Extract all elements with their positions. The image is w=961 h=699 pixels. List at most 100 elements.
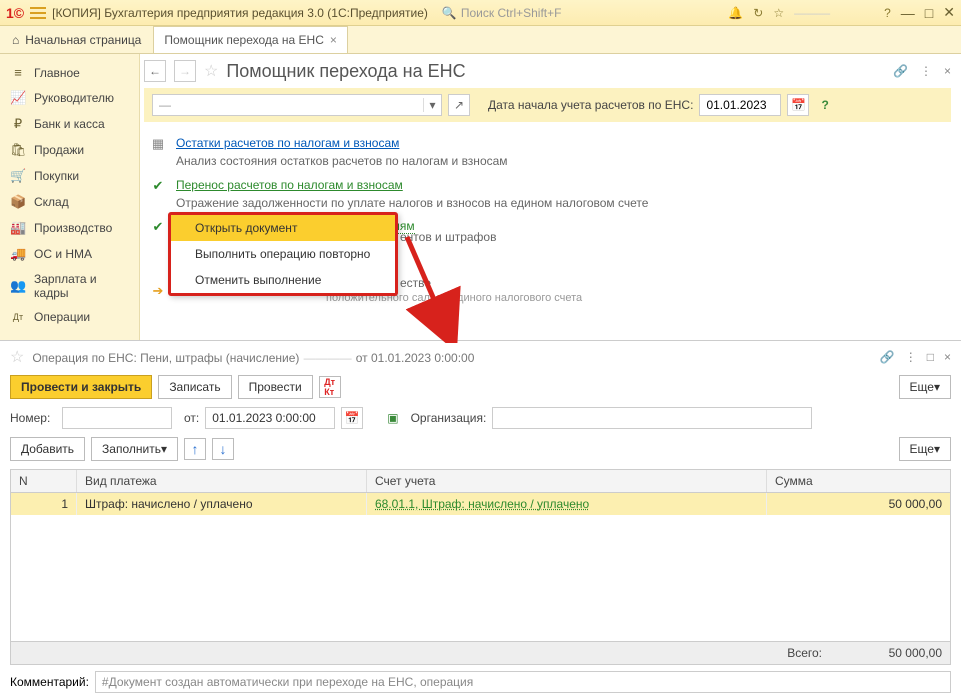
write-button[interactable]: Записать [158, 375, 231, 399]
sidebar-item-os-nma[interactable]: 🚚ОС и НМА [0, 241, 139, 267]
close-icon[interactable]: ✕ [943, 4, 955, 21]
step2-desc: Отражение задолженности по уплате налого… [150, 196, 945, 212]
from-label: от: [184, 411, 199, 425]
date-input[interactable]: 01.01.2023 0:00:00 [205, 407, 335, 429]
arrow-icon: ➔ [150, 283, 166, 299]
link-icon[interactable]: 🔗 [893, 64, 908, 78]
help-icon[interactable]: ? [884, 6, 891, 20]
sidebar-item-purchases[interactable]: 🛒Покупки [0, 163, 139, 189]
sidebar-item-sales[interactable]: 🛍Продажи [0, 137, 139, 163]
cell-type: Штраф: начислено / уплачено [77, 493, 367, 515]
number-label: Номер: [10, 411, 56, 425]
sidebar-item-label: Зарплата и кадры [34, 272, 129, 300]
history-icon[interactable]: ↻ [753, 6, 763, 20]
cell-n: 1 [11, 493, 77, 515]
comment-input[interactable]: #Документ создан автоматически при перех… [95, 671, 951, 693]
restore-icon[interactable]: □ [927, 350, 934, 364]
sidebar-item-salary[interactable]: 👥 Зарплата и кадры [0, 267, 139, 305]
maximize-icon[interactable]: □ [925, 5, 933, 21]
total-label: Всего: [787, 646, 822, 660]
app-title: [КОПИЯ] Бухгалтерия предприятия редакция… [52, 6, 428, 20]
chevron-down-icon: ▾ [934, 380, 940, 394]
close-panel-icon[interactable]: × [944, 64, 951, 78]
burger-icon[interactable] [30, 7, 46, 19]
sidebar-item-main[interactable]: ≡Главное [0, 60, 139, 85]
tab-active[interactable]: Помощник перехода на ЕНС × [154, 26, 348, 53]
sidebar-item-operations[interactable]: Дт Операции [0, 305, 139, 329]
minimize-icon[interactable]: — [901, 5, 915, 21]
calendar-button[interactable]: 📅 [787, 94, 809, 116]
add-button[interactable]: Добавить [10, 437, 85, 461]
sidebar: ≡Главное 📈Руководителю ₽Банк и касса 🛍Пр… [0, 54, 140, 340]
search-box[interactable]: 🔍 Поиск Ctrl+Shift+F [442, 6, 562, 20]
factory-icon: 🏭 [10, 220, 26, 236]
col-account[interactable]: Счет учета [367, 470, 767, 492]
chevron-down-icon[interactable]: ▾ [423, 98, 441, 112]
org-open-button[interactable]: ↗ [448, 94, 470, 116]
step2-link[interactable]: Перенос расчетов по налогам и взносам [176, 178, 403, 192]
org-select[interactable]: — ▾ [152, 94, 442, 116]
sidebar-item-label: Операции [34, 310, 90, 324]
ctx-cancel-operation[interactable]: Отменить выполнение [171, 267, 395, 293]
ctx-open-document[interactable]: Открыть документ [171, 215, 395, 241]
box-icon: 📦 [10, 194, 26, 210]
params-bar: — ▾ ↗ Дата начала учета расчетов по ЕНС:… [144, 88, 951, 122]
favorite-star-icon[interactable]: ☆ [10, 347, 24, 367]
tab-row: ⌂ Начальная страница Помощник перехода н… [0, 26, 961, 54]
number-input[interactable] [62, 407, 172, 429]
search-placeholder: Поиск Ctrl+Shift+F [461, 6, 562, 20]
move-down-button[interactable]: ↓ [212, 438, 234, 460]
org-input[interactable] [492, 407, 812, 429]
sidebar-item-production[interactable]: 🏭Производство [0, 215, 139, 241]
sidebar-item-bank[interactable]: ₽Банк и касса [0, 111, 139, 137]
annotation-arrow [403, 233, 463, 343]
sidebar-item-label: Продажи [34, 143, 84, 157]
truck-icon: 🚚 [10, 246, 26, 262]
run-close-button[interactable]: Провести и закрыть [10, 375, 152, 399]
home-icon: ⌂ [12, 33, 19, 47]
move-up-button[interactable]: ↑ [184, 438, 206, 460]
col-n[interactable]: N [11, 470, 77, 492]
sidebar-item-manager[interactable]: 📈Руководителю [0, 85, 139, 111]
total-row: Всего: 50 000,00 [11, 641, 950, 664]
step1-desc: Анализ состояния остатков расчетов по на… [150, 154, 945, 170]
tab-close-icon[interactable]: × [330, 33, 337, 47]
favorite-star-icon[interactable]: ☆ [204, 61, 218, 81]
search-icon: 🔍 [442, 6, 457, 20]
dtkt-button[interactable]: ДтКт [319, 376, 341, 398]
link-icon[interactable]: 🔗 [880, 350, 895, 364]
tab-home[interactable]: ⌂ Начальная страница [0, 26, 154, 53]
sidebar-item-warehouse[interactable]: 📦 Склад [0, 189, 139, 215]
fill-button[interactable]: Заполнить ▾ [91, 437, 178, 461]
ctx-redo-operation[interactable]: Выполнить операцию повторно [171, 241, 395, 267]
help-icon[interactable]: ? [821, 98, 828, 112]
nav-back-button[interactable]: ← [144, 60, 166, 82]
date-input[interactable]: 01.01.2023 [699, 94, 781, 116]
data-table: N Вид платежа Счет учета Сумма 1 Штраф: … [10, 469, 951, 665]
more-icon[interactable]: ⋮ [905, 350, 917, 364]
close-doc-icon[interactable]: × [944, 350, 951, 364]
org-value: — [153, 98, 423, 112]
table-row[interactable]: 1 Штраф: начислено / уплачено 68.01.1, Ш… [11, 493, 950, 515]
cell-account[interactable]: 68.01.1, Штраф: начислено / уплачено [367, 493, 767, 515]
more-button-2[interactable]: Еще ▾ [899, 437, 951, 461]
sidebar-item-label: Склад [34, 195, 69, 209]
context-menu: Открыть документ Выполнить операцию повт… [168, 212, 398, 296]
more-button[interactable]: Еще ▾ [899, 375, 951, 399]
total-value: 50 000,00 [862, 646, 942, 660]
calendar-button[interactable]: 📅 [341, 407, 363, 429]
date-value: 01.01.2023 [706, 98, 766, 112]
col-type[interactable]: Вид платежа [77, 470, 367, 492]
people-icon: 👥 [10, 278, 26, 294]
star-icon[interactable]: ☆ [773, 6, 784, 20]
run-button[interactable]: Провести [238, 375, 313, 399]
dtkt-icon: Дт [10, 312, 26, 322]
logo-1c: 1© [6, 5, 24, 21]
bell-icon[interactable]: 🔔 [728, 6, 743, 20]
step1-link[interactable]: Остатки расчетов по налогам и взносам [176, 136, 399, 150]
more-icon[interactable]: ⋮ [920, 64, 932, 78]
col-sum[interactable]: Сумма [767, 470, 950, 492]
table-header: N Вид платежа Счет учета Сумма [11, 470, 950, 493]
chart-icon: 📈 [10, 90, 26, 106]
nav-fwd-button[interactable]: → [174, 60, 196, 82]
